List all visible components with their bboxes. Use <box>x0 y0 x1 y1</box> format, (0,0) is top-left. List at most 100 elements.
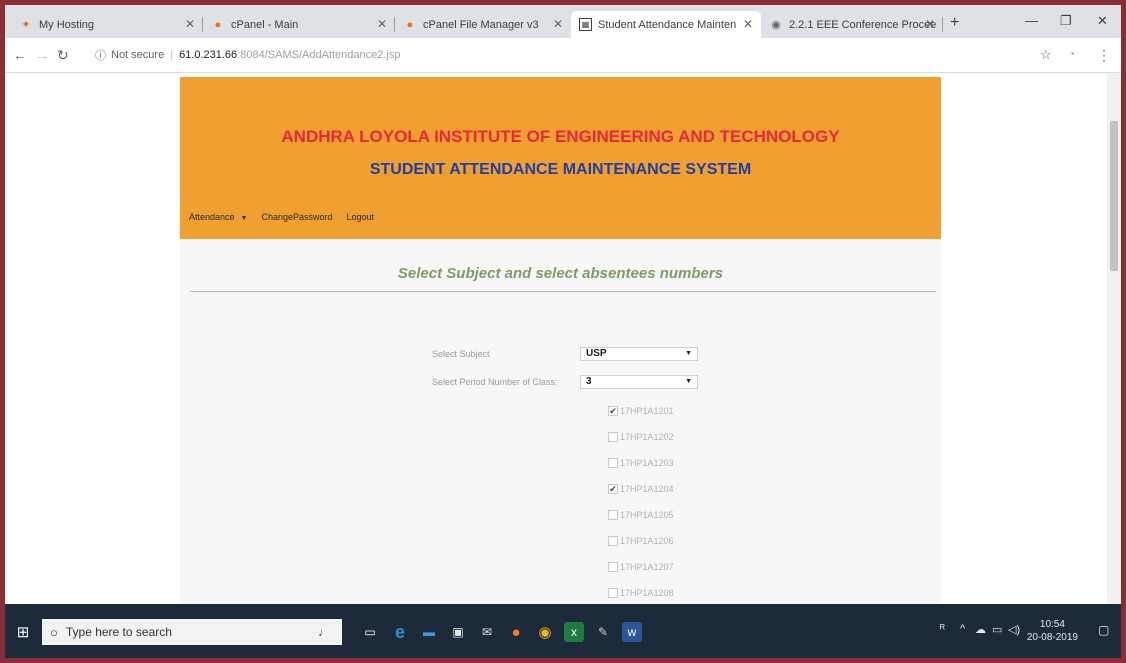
tab-student-attendance[interactable]: ▦ Student Attendance Mainten ✕ <box>571 11 761 38</box>
network-icon[interactable]: ▭ <box>992 623 1002 636</box>
student-checkbox-row[interactable]: 17HP1A1203 <box>608 458 674 468</box>
security-label: Not secure <box>111 49 165 61</box>
student-id-label: 17HP1A1203 <box>620 458 674 468</box>
volume-icon[interactable]: ◁) <box>1008 623 1020 636</box>
student-checkbox-row[interactable]: 17HP1A1206 <box>608 536 674 546</box>
bookmark-star-icon[interactable]: ☆ <box>1040 47 1052 63</box>
mail-icon[interactable]: ✉ <box>477 622 497 642</box>
close-icon[interactable]: ✕ <box>377 17 387 31</box>
student-id-label: 17HP1A1207 <box>620 562 674 572</box>
cpanel-icon: ● <box>406 18 414 31</box>
menu-change-password[interactable]: ChangePassword <box>261 212 332 222</box>
student-checkbox-row[interactable]: 17HP1A1205 <box>608 510 674 520</box>
absentee-checkbox[interactable]: ✔ <box>608 406 618 416</box>
globe-icon: ◉ <box>771 19 781 31</box>
period-label: Select Period Number of Class: <box>432 377 558 387</box>
url-field[interactable]: ⓘ Not secure | 61.0.231.66 :8084/SAMS/Ad… <box>95 46 400 64</box>
windows-taskbar: ⊞ ○ Type here to search ♩ ▭ e ▬ ▣ ✉ ● ◉ … <box>5 604 1121 658</box>
absentee-checkbox[interactable] <box>608 536 618 546</box>
menu-logout[interactable]: Logout <box>347 212 375 222</box>
student-id-label: 17HP1A1204 <box>620 484 674 494</box>
people-icon[interactable]: ᴿ <box>940 623 945 635</box>
paint-icon[interactable]: ✎ <box>593 622 613 642</box>
word-icon[interactable]: w <box>622 622 642 642</box>
edge-browser-icon[interactable]: e <box>390 622 410 642</box>
forward-arrow-icon[interactable]: → <box>35 47 49 63</box>
page-icon: ▦ <box>579 18 592 31</box>
microphone-icon: ♩ <box>318 625 330 639</box>
store-icon[interactable]: ▣ <box>448 622 468 642</box>
subject-label: Select Subject <box>432 349 490 359</box>
system-clock[interactable]: 10:54 20-08-2019 <box>1027 618 1078 644</box>
clock-date: 20-08-2019 <box>1026 632 1078 643</box>
subject-selected-value: USP <box>586 348 607 359</box>
search-circle-icon: ○ <box>50 624 58 640</box>
profile-icon[interactable]: ◔ <box>1068 47 1075 61</box>
tab-eee-conference[interactable]: ◉ 2.2.1 EEE Conference Procee ✕ <box>761 11 943 38</box>
student-checkbox-row[interactable]: 17HP1A1208 <box>608 588 674 598</box>
absentee-checkbox[interactable] <box>608 458 618 468</box>
absentee-checkbox[interactable] <box>608 562 618 572</box>
tab-title: Student Attendance Mainten <box>598 18 737 31</box>
system-name: STUDENT ATTENDANCE MAINTENANCE SYSTEM <box>369 161 752 178</box>
tab-cpanel-file-manager[interactable]: ● cPanel File Manager v3 ✕ <box>395 11 571 38</box>
taskbar-search-box[interactable]: ○ Type here to search ♩ <box>42 619 342 645</box>
nav-menu: Attendance ▼ ChangePassword Logout <box>189 212 374 222</box>
divider <box>190 291 936 292</box>
close-icon[interactable]: ✕ <box>743 17 753 31</box>
screenshot-frame: ✦ My Hosting ✕ ● cPanel - Main ✕ ● cPane… <box>5 5 1121 658</box>
site-header: ANDHRA LOYOLA INSTITUTE OF ENGINEERING A… <box>180 77 941 239</box>
subject-select[interactable]: USP ▼ <box>580 347 698 361</box>
menu-dots-icon[interactable]: ⋮ <box>1097 47 1111 64</box>
period-select[interactable]: 3 ▼ <box>580 375 698 389</box>
absentee-checkbox[interactable]: ✔ <box>608 484 618 494</box>
action-center-icon[interactable]: ▢ <box>1098 623 1109 637</box>
firefox-icon[interactable]: ● <box>506 622 526 642</box>
vertical-scrollbar[interactable] <box>1107 73 1121 604</box>
menu-attendance[interactable]: Attendance ▼ <box>189 212 247 222</box>
main-content: Select Subject and select absentees numb… <box>180 239 941 604</box>
onedrive-icon[interactable]: ☁ <box>975 623 986 636</box>
tab-title: 2.2.1 EEE Conference Procee <box>789 18 937 31</box>
period-selected-value: 3 <box>586 376 592 387</box>
institute-name: ANDHRA LOYOLA INSTITUTE OF ENGINEERING A… <box>281 127 840 146</box>
dropdown-arrow-icon: ▼ <box>240 215 248 222</box>
tab-title: cPanel - Main <box>231 18 299 31</box>
address-toolbar: ← → ↻ ⓘ Not secure | 61.0.231.66 :8084/S… <box>5 38 1121 73</box>
tab-title: My Hosting <box>39 18 95 31</box>
absentee-checkbox[interactable] <box>608 510 618 520</box>
student-id-label: 17HP1A1205 <box>620 510 674 520</box>
absentee-checkbox[interactable] <box>608 588 618 598</box>
cpanel-icon: ● <box>214 18 222 31</box>
student-checkbox-row[interactable]: 17HP1A1207 <box>608 562 674 572</box>
student-checkbox-row[interactable]: 17HP1A1202 <box>608 432 674 442</box>
close-icon[interactable]: ✕ <box>553 17 563 31</box>
chevron-down-icon: ▼ <box>685 378 692 385</box>
minimize-icon[interactable]: — <box>1025 13 1038 28</box>
close-icon[interactable]: ✕ <box>185 17 195 31</box>
window-close-icon[interactable]: ✕ <box>1097 13 1108 29</box>
page-viewport: ANDHRA LOYOLA INSTITUTE OF ENGINEERING A… <box>5 73 1121 604</box>
student-id-label: 17HP1A1202 <box>620 432 674 442</box>
new-tab-plus-icon[interactable]: + <box>950 14 959 32</box>
restore-icon[interactable]: ❐ <box>1060 13 1072 29</box>
tab-my-hosting[interactable]: ✦ My Hosting ✕ <box>11 11 203 38</box>
url-path: :8084/SAMS/AddAttendance2.jsp <box>237 49 401 61</box>
tab-cpanel-main[interactable]: ● cPanel - Main ✕ <box>203 11 395 38</box>
close-icon[interactable]: ✕ <box>925 17 935 31</box>
chrome-icon[interactable]: ◉ <box>535 622 555 642</box>
scrollbar-thumb[interactable] <box>1110 121 1118 271</box>
back-arrow-icon[interactable]: ← <box>13 47 27 63</box>
student-checkbox-row[interactable]: ✔ 17HP1A1201 <box>608 406 674 416</box>
windows-start-icon[interactable]: ⊞ <box>13 622 33 642</box>
info-icon: ⓘ <box>95 50 106 62</box>
hosting-icon: ✦ <box>21 19 31 31</box>
excel-icon[interactable]: x <box>564 622 584 642</box>
student-checkbox-row[interactable]: ✔ 17HP1A1204 <box>608 484 674 494</box>
reload-icon[interactable]: ↻ <box>57 47 69 64</box>
file-explorer-icon[interactable]: ▬ <box>419 622 439 642</box>
absentee-checkbox[interactable] <box>608 432 618 442</box>
chevron-up-icon[interactable]: ^ <box>960 623 965 635</box>
student-id-label: 17HP1A1206 <box>620 536 674 546</box>
task-view-icon[interactable]: ▭ <box>360 622 380 642</box>
